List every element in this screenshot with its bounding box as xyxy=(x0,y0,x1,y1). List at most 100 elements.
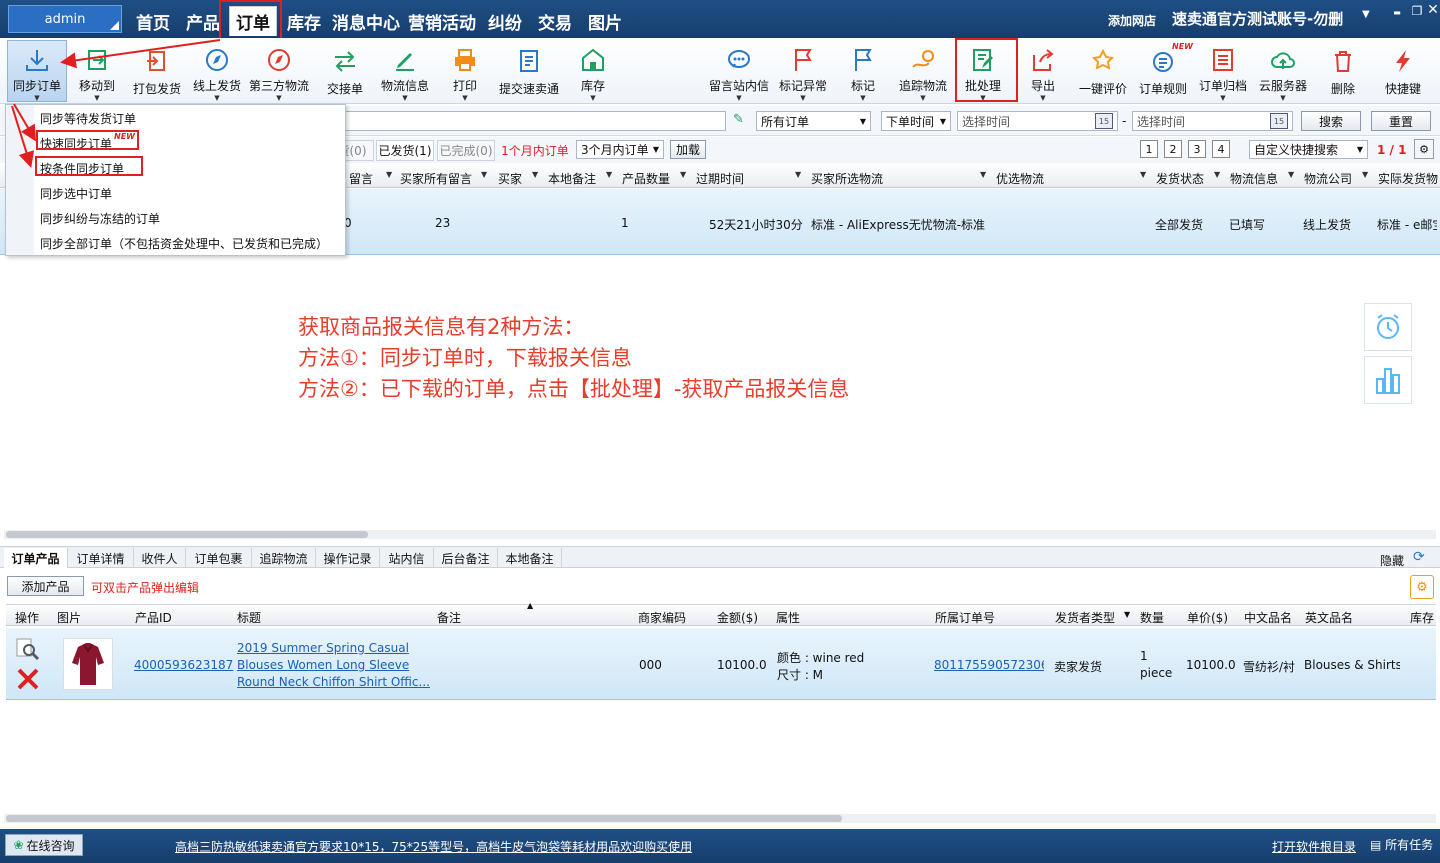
end-time-input[interactable]: 选择时间 15 xyxy=(1132,111,1293,131)
refresh-icon[interactable]: ⟳ xyxy=(1413,549,1425,565)
pencil-icon[interactable]: ✎ xyxy=(733,112,744,127)
order-archive-button[interactable]: 订单归档 ▼ xyxy=(1193,40,1253,102)
col-actual-ship[interactable]: 实际发货物 xyxy=(1378,170,1438,187)
ad-link[interactable]: 高档三防热敏纸速卖通官方要求10*15，75*25等型号，高档牛皮气泡袋等耗材用… xyxy=(175,838,692,855)
col-operation[interactable]: 操作 xyxy=(15,609,39,626)
col-preferred-logistics[interactable]: 优选物流 xyxy=(996,170,1044,187)
handover-button[interactable]: 交接单 xyxy=(315,40,375,102)
tab-order-package[interactable]: 订单包裹 xyxy=(186,548,252,568)
tab-operation-log[interactable]: 操作记录 xyxy=(316,548,380,568)
col-message[interactable]: 留言 xyxy=(349,170,373,187)
menu-item-sync-dispute[interactable]: 同步纠纷与冻结的订单 xyxy=(40,210,160,227)
scroll-thumb[interactable] xyxy=(6,815,842,822)
col-en-name[interactable]: 英文品名 xyxy=(1305,609,1353,626)
chevron-down-icon[interactable]: ▼ xyxy=(1140,170,1146,179)
move-to-button[interactable]: 移动到 ▼ xyxy=(67,40,127,102)
within-3-month-select[interactable]: 3个月内订单 ▼ xyxy=(576,140,664,159)
chevron-down-icon[interactable]: ▼ xyxy=(1124,610,1130,619)
col-local-note[interactable]: 本地备注 xyxy=(548,170,596,187)
submit-aliexpress-button[interactable]: 提交速卖通 xyxy=(497,40,561,102)
bar-chart-icon[interactable] xyxy=(1364,356,1412,404)
col-product-qty[interactable]: 产品数量 xyxy=(622,170,670,187)
order-scope-select[interactable]: 所有订单 ▼ xyxy=(756,111,871,131)
add-product-button[interactable]: 添加产品 xyxy=(7,576,84,596)
col-cn-name[interactable]: 中文品名 xyxy=(1244,609,1292,626)
col-stock[interactable]: 库存 xyxy=(1410,609,1434,626)
page-3-button[interactable]: 3 xyxy=(1188,140,1206,158)
horizontal-scrollbar[interactable] xyxy=(4,814,1436,823)
tab-shipped[interactable]: 已发货(1) xyxy=(376,140,434,161)
chevron-down-icon[interactable]: ▼ xyxy=(1288,170,1294,179)
tab-order-products[interactable]: 订单产品 xyxy=(4,548,68,568)
tab-site-message[interactable]: 站内信 xyxy=(380,548,434,568)
message-button[interactable]: 留言站内信 ▼ xyxy=(707,40,771,102)
col-title[interactable]: 标题 xyxy=(237,609,261,626)
col-buyer-logistics[interactable]: 买家所选物流 xyxy=(811,170,883,187)
order-no-link[interactable]: 8011755905723062 xyxy=(934,658,1044,672)
start-time-input[interactable]: 选择时间 15 xyxy=(957,111,1118,131)
one-click-review-button[interactable]: 一键评价 xyxy=(1073,40,1133,102)
nav-marketing[interactable]: 营销活动 xyxy=(406,6,478,36)
settings-sliders-icon[interactable]: ⚙ xyxy=(1410,575,1434,599)
col-shipper-type[interactable]: 发货者类型 xyxy=(1055,609,1115,626)
product-title-line3[interactable]: Round Neck Chiffon Shirt Offic... xyxy=(237,675,430,689)
col-ship-status[interactable]: 发货状态 xyxy=(1156,170,1204,187)
hide-panel-link[interactable]: 隐藏 xyxy=(1380,552,1404,569)
account-name[interactable]: 速卖通官方测试账号-勿删 xyxy=(1172,8,1343,29)
chevron-down-icon[interactable]: ▼ xyxy=(1362,9,1370,20)
tab-recipient[interactable]: 收件人 xyxy=(134,548,186,568)
col-logistics-info[interactable]: 物流信息 xyxy=(1230,170,1278,187)
inventory-button[interactable]: 库存 ▼ xyxy=(563,40,623,102)
chevron-down-icon[interactable]: ▼ xyxy=(481,170,487,179)
tab-local-note[interactable]: 本地备注 xyxy=(498,548,562,568)
horizontal-scrollbar[interactable] xyxy=(4,530,1436,539)
col-logistics-company[interactable]: 物流公司 xyxy=(1304,170,1352,187)
chevron-down-icon[interactable]: ▼ xyxy=(680,170,686,179)
scroll-thumb[interactable] xyxy=(6,531,368,538)
product-title-line2[interactable]: Blouses Women Long Sleeve xyxy=(237,658,409,672)
print-button[interactable]: 打印 ▼ xyxy=(435,40,495,102)
nav-image[interactable]: 图片 xyxy=(583,6,627,36)
col-quantity[interactable]: 数量 xyxy=(1140,609,1164,626)
nav-product[interactable]: 产品 xyxy=(182,6,224,36)
menu-item-sync-pending[interactable]: 同步等待发货订单 xyxy=(40,110,136,127)
col-unit-price[interactable]: 单价($) xyxy=(1187,609,1228,626)
tab-completed[interactable]: 已完成(0) xyxy=(437,140,495,161)
chevron-down-icon[interactable]: ▼ xyxy=(606,170,612,179)
sync-order-button[interactable]: 同步订单 ▼ xyxy=(7,40,67,102)
nav-home[interactable]: 首页 xyxy=(130,6,176,36)
product-id-link[interactable]: 4000593623187 xyxy=(134,658,233,672)
nav-messages[interactable]: 消息中心 xyxy=(330,6,402,36)
col-buyer[interactable]: 买家 xyxy=(498,170,522,187)
close-icon[interactable]: ✕ xyxy=(1424,2,1440,18)
online-consult-button[interactable]: ❀ 在线咨询 xyxy=(5,834,83,856)
col-remark[interactable]: 备注 xyxy=(437,609,461,626)
chevron-down-icon[interactable]: ▼ xyxy=(795,170,801,179)
reset-button[interactable]: 重置 xyxy=(1371,111,1431,131)
magnifier-icon[interactable] xyxy=(15,637,41,661)
col-sku[interactable]: 商家编码 xyxy=(638,609,686,626)
quick-search-select[interactable]: 自定义快捷搜索 ▼ xyxy=(1249,140,1368,159)
mark-button[interactable]: 标记 ▼ xyxy=(833,40,893,102)
chevron-down-icon[interactable]: ▼ xyxy=(1214,170,1220,179)
mark-abnormal-button[interactable]: 标记异常 ▼ xyxy=(773,40,833,102)
nav-dispute[interactable]: 纠纷 xyxy=(484,6,526,36)
menu-item-sync-all[interactable]: 同步全部订单（不包括资金处理中、已发货和已完成） xyxy=(40,235,328,252)
page-4-button[interactable]: 4 xyxy=(1212,140,1230,158)
user-switcher[interactable]: admin xyxy=(8,5,122,33)
delete-x-icon[interactable] xyxy=(15,667,41,691)
shortcut-button[interactable]: 快捷键 xyxy=(1373,40,1433,102)
search-button[interactable]: 搜索 xyxy=(1301,111,1361,131)
col-buyer-messages[interactable]: 买家所有留言 xyxy=(400,170,472,187)
tab-backend-note[interactable]: 后台备注 xyxy=(434,548,498,568)
page-1-button[interactable]: 1 xyxy=(1140,140,1158,158)
track-logistics-button[interactable]: 追踪物流 ▼ xyxy=(893,40,953,102)
tab-track-logistics[interactable]: 追踪物流 xyxy=(252,548,316,568)
nav-trade[interactable]: 交易 xyxy=(533,6,577,36)
third-party-logistics-button[interactable]: 第三方物流 ▼ xyxy=(249,40,309,102)
logistics-info-button[interactable]: 物流信息 ▼ xyxy=(375,40,435,102)
alarm-clock-icon[interactable] xyxy=(1364,303,1412,351)
tab-order-details[interactable]: 订单详情 xyxy=(68,548,134,568)
open-root-dir-link[interactable]: 打开软件根目录 xyxy=(1272,838,1356,855)
product-thumbnail[interactable] xyxy=(63,638,113,690)
